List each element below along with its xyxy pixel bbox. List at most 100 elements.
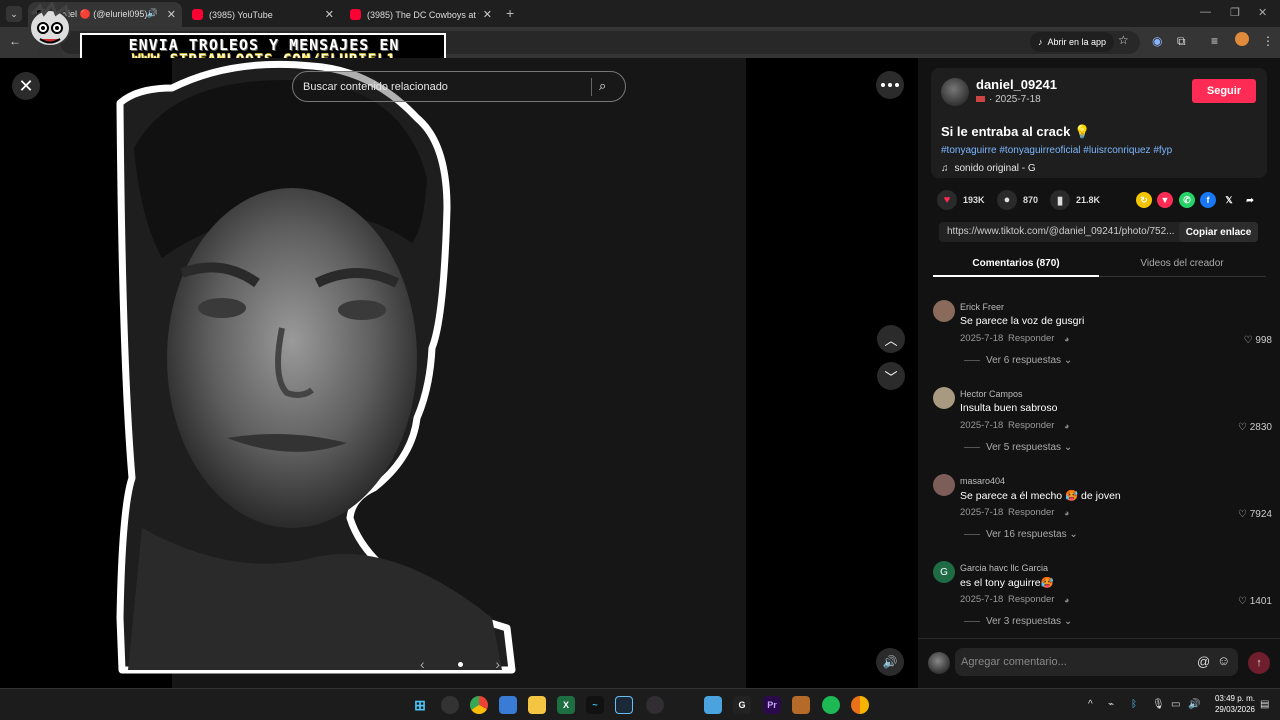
comment-like-count: 7924 (1249, 509, 1272, 520)
tab-comments[interactable]: Comentarios (870) (933, 250, 1099, 277)
comment-like-button[interactable]: ♡ 7924 (1238, 509, 1272, 520)
save-stat[interactable]: ▮ 21.8K (1050, 190, 1100, 210)
bookmark-star-icon[interactable]: ☆ (1118, 33, 1129, 47)
close-tab-icon[interactable]: ✕ (483, 8, 492, 21)
close-viewer-button[interactable]: ✕ (12, 72, 40, 100)
reply-button[interactable]: Responder (1008, 507, 1054, 518)
view-replies-button[interactable]: Ver 16 respuestas ⌄ (964, 529, 1078, 540)
microphone-icon[interactable]: 🎙 (1152, 699, 1165, 710)
repost-icon[interactable]: ↻ (1136, 192, 1152, 208)
profile-avatar[interactable] (1235, 32, 1249, 46)
system-clock[interactable]: 03:49 p. m. 29/03/2026 (1205, 693, 1255, 715)
reply-button[interactable]: Responder (1008, 420, 1054, 431)
comment-stat[interactable]: ● 870 (997, 190, 1038, 210)
view-replies-button[interactable]: Ver 3 respuestas ⌄ (964, 616, 1072, 627)
chevron-down-icon: ⌄ (1063, 355, 1073, 366)
close-tab-icon[interactable]: ✕ (167, 8, 176, 21)
heart-outline-icon: ♡ (1238, 509, 1250, 520)
bluetooth-icon[interactable]: ᛒ (1131, 699, 1137, 710)
commenter-name[interactable]: masaro404 (960, 476, 1005, 486)
display-icon[interactable]: ▭ (1171, 699, 1180, 710)
restore-icon[interactable]: ❐ (1230, 6, 1240, 19)
premiere-icon[interactable]: Pr (763, 696, 781, 714)
pulse-app-icon[interactable]: ~ (586, 696, 604, 714)
comment-input[interactable]: Agregar comentario... @ ☺ (955, 648, 1238, 676)
commenter-name[interactable]: Garcia havc llc Garcia (960, 563, 1048, 573)
extension-icon[interactable]: ◉ (1152, 34, 1162, 48)
commenter-avatar[interactable]: G (933, 561, 955, 583)
send-icon[interactable]: ▼ (1157, 192, 1173, 208)
extensions-puzzle-icon[interactable]: ⧉ (1177, 34, 1186, 49)
commenter-avatar[interactable] (933, 387, 955, 409)
post-sound[interactable]: ♫ sonido original - G (941, 163, 1036, 174)
chrome-icon[interactable] (470, 696, 488, 714)
network-off-icon[interactable]: ⌁ (1108, 699, 1114, 710)
excel-icon[interactable]: X (557, 696, 575, 714)
search-placeholder: Buscar contenido relacionado (303, 81, 448, 93)
commenter-name[interactable]: Hector Campos (960, 389, 1023, 399)
chevron-right-icon[interactable]: › (495, 656, 500, 672)
notification-icon[interactable]: ▤ (1260, 699, 1269, 710)
facebook-icon[interactable]: f (1200, 192, 1216, 208)
more-options-button[interactable] (876, 71, 904, 99)
close-tab-icon[interactable]: ✕ (325, 8, 334, 21)
obs-icon[interactable] (646, 696, 664, 714)
volume-tray-icon[interactable]: 🔊 (1188, 699, 1200, 710)
like-stat[interactable]: ♥ 193K (937, 190, 985, 210)
comment-like-button[interactable]: ♡ 998 (1244, 335, 1272, 346)
reply-button[interactable]: Responder (1008, 333, 1054, 344)
commenter-avatar[interactable] (933, 474, 955, 496)
emoji-icon[interactable]: ☺ (1217, 653, 1230, 668)
chevron-left-icon[interactable]: ‹ (420, 656, 425, 672)
browser-menu-icon[interactable]: ⋮ (1262, 34, 1274, 48)
view-replies-label: Ver 16 respuestas (986, 529, 1067, 540)
windows-start-icon[interactable]: ⊞ (411, 696, 429, 714)
tab-youtube[interactable]: (3985) YouTube ✕ (184, 2, 340, 27)
chevron-up-icon[interactable]: ^ (1088, 699, 1093, 710)
share-icon[interactable]: ➦ (1242, 192, 1258, 208)
previous-post-button[interactable]: ︿ (877, 325, 905, 353)
photos-icon[interactable] (704, 696, 722, 714)
post-hashtags[interactable]: #tonyaguirre #tonyaguirreoficial #luisrc… (941, 145, 1172, 156)
view-replies-button[interactable]: Ver 6 respuestas ⌄ (964, 355, 1072, 366)
close-window-icon[interactable]: ✕ (1258, 6, 1267, 19)
app-icon[interactable] (441, 696, 459, 714)
x-icon[interactable]: 𝕏 (1221, 192, 1237, 208)
back-icon[interactable]: ← (9, 34, 21, 48)
avatar[interactable] (941, 78, 969, 106)
speaker-icon[interactable]: 🔊 (147, 8, 158, 19)
logitech-icon[interactable]: G (733, 696, 751, 714)
open-in-app-button[interactable]: ♪ Abrir en la app (1030, 32, 1115, 52)
whatsapp-icon[interactable]: ✆ (1179, 192, 1195, 208)
tab-youtube-2[interactable]: (3985) The DC Cowboys at the ✕ (342, 2, 498, 27)
comment-like-button[interactable]: ♡ 1401 (1238, 596, 1272, 607)
post-username[interactable]: daniel_09241 (976, 77, 1057, 92)
search-icon[interactable]: ⌕ (599, 78, 606, 94)
spotify-icon[interactable] (822, 696, 840, 714)
media-controls-icon[interactable]: ≡ (1211, 34, 1218, 48)
chrome-canary-icon[interactable] (851, 696, 869, 714)
volume-button[interactable]: 🔊 (876, 648, 904, 676)
commenter-avatar[interactable] (933, 300, 955, 322)
reply-button[interactable]: Responder (1008, 594, 1054, 605)
share-link-url[interactable]: https://www.tiktok.com/@daniel_09241/pho… (947, 226, 1175, 237)
copy-link-button[interactable]: Copiar enlace (1179, 222, 1258, 242)
paint-icon[interactable] (792, 696, 810, 714)
folder-icon[interactable] (528, 696, 546, 714)
view-replies-button[interactable]: Ver 5 respuestas ⌄ (964, 442, 1072, 453)
minimize-icon[interactable]: — (1200, 6, 1211, 18)
related-search-input[interactable]: Buscar contenido relacionado ⌕ (292, 71, 626, 102)
comment-text: es el tony aguirre🥵 (960, 577, 1054, 589)
comment-like-button[interactable]: ♡ 2830 (1238, 422, 1272, 433)
new-tab-icon[interactable]: + (506, 5, 514, 21)
mention-icon[interactable]: @ (1197, 654, 1210, 669)
follow-button[interactable]: Seguir (1192, 79, 1256, 103)
tab-creator-videos[interactable]: Videos del creador (1099, 250, 1265, 277)
tab-search-icon[interactable]: ⌄ (6, 6, 22, 22)
steam-icon[interactable] (615, 696, 633, 714)
commenter-name[interactable]: Erick Freer (960, 302, 1004, 312)
post-comment-button[interactable]: ↑ (1248, 652, 1270, 674)
next-post-button[interactable]: ﹀ (877, 362, 905, 390)
chevron-up-icon: ︿ (884, 332, 898, 348)
notepad-icon[interactable] (499, 696, 517, 714)
